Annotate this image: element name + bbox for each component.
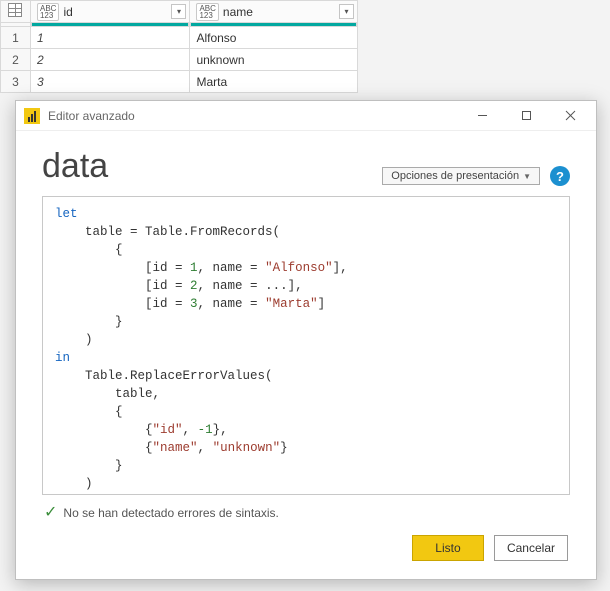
powerbi-icon	[24, 108, 40, 124]
table-icon	[8, 3, 22, 17]
cell-id[interactable]: 1	[30, 27, 189, 49]
cell-id[interactable]: 2	[30, 49, 189, 71]
datatype-icon: ABC 123	[37, 3, 59, 21]
column-header-name[interactable]: ABC 123 name ▾	[190, 1, 358, 23]
column-header-id[interactable]: ABC 123 id ▾	[30, 1, 189, 23]
cell-name[interactable]: Alfonso	[190, 27, 358, 49]
table-corner[interactable]	[1, 1, 31, 23]
column-label: id	[63, 5, 72, 19]
done-button[interactable]: Listo	[412, 535, 484, 561]
datatype-icon: ABC 123	[196, 3, 218, 21]
column-label: name	[223, 5, 253, 19]
maximize-button[interactable]	[504, 102, 548, 130]
column-filter-id[interactable]: ▾	[171, 4, 186, 19]
advanced-editor-dialog: Editor avanzado data Opciones de present…	[15, 100, 597, 580]
display-options-button[interactable]: Opciones de presentación ▼	[382, 167, 540, 185]
query-name-heading: data	[42, 147, 108, 186]
chevron-down-icon: ▼	[523, 172, 531, 181]
table-row[interactable]: 2 2 unknown	[1, 49, 358, 71]
cancel-button[interactable]: Cancelar	[494, 535, 568, 561]
table-row[interactable]: 1 1 Alfonso	[1, 27, 358, 49]
dialog-title: Editor avanzado	[48, 109, 135, 123]
row-number: 2	[1, 49, 31, 71]
row-number: 3	[1, 71, 31, 93]
cell-id[interactable]: 3	[30, 71, 189, 93]
column-filter-name[interactable]: ▾	[339, 4, 354, 19]
table-row[interactable]: 3 3 Marta	[1, 71, 358, 93]
row-number: 1	[1, 27, 31, 49]
cell-name[interactable]: unknown	[190, 49, 358, 71]
status-text: No se han detectado errores de sintaxis.	[63, 506, 278, 520]
help-icon[interactable]: ?	[550, 166, 570, 186]
code-editor[interactable]: let table = Table.FromRecords( { [id = 1…	[42, 196, 570, 495]
close-button[interactable]	[548, 102, 592, 130]
titlebar[interactable]: Editor avanzado	[16, 101, 596, 131]
cell-name[interactable]: Marta	[190, 71, 358, 93]
data-grid: ABC 123 id ▾ ABC 123 name ▾	[0, 0, 358, 93]
minimize-button[interactable]	[460, 102, 504, 130]
check-icon: ✓	[44, 505, 57, 521]
syntax-status: ✓ No se han detectado errores de sintaxi…	[42, 495, 570, 521]
